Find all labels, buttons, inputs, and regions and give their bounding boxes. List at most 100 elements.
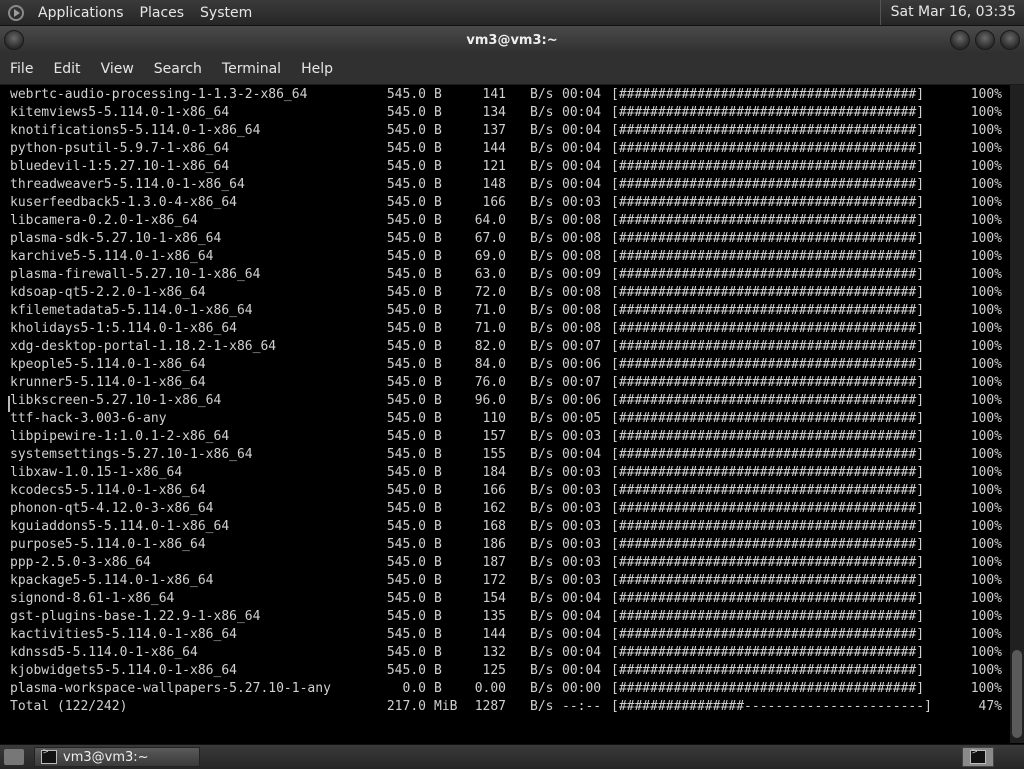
- package-name: kactivities5-5.114.0-1-x86_64: [10, 627, 237, 642]
- percent: 100%: [970, 339, 1002, 354]
- rate-unit: B/s: [530, 339, 554, 354]
- rate-unit: B/s: [530, 627, 554, 642]
- package-name: libcamera-0.2.0-1-x86_64: [10, 213, 198, 228]
- terminal-line: plasma-workspace-wallpapers-5.27.10-1-an…: [0, 680, 1010, 698]
- rate-value: 63.0: [474, 267, 506, 282]
- rate-value: 110: [482, 411, 506, 426]
- rate-unit: B/s: [530, 429, 554, 444]
- eta: 00:08: [562, 249, 602, 264]
- scrollbar[interactable]: [1010, 85, 1024, 743]
- menu-view[interactable]: View: [91, 61, 144, 77]
- bottom-panel: vm3@vm3:~: [0, 744, 1024, 769]
- eta: 00:03: [562, 519, 602, 534]
- rate-unit: B/s: [530, 555, 554, 570]
- progress-bar: [######################################]: [611, 573, 925, 588]
- terminal-line: kfilemetadata5-5.114.0-1-x86_64 545.0 B 71.…: [0, 302, 1010, 320]
- package-name: purpose5-5.114.0-1-x86_64: [10, 537, 206, 552]
- menubar: File Edit View Search Terminal Help: [0, 54, 1024, 85]
- package-name: karchive5-5.114.0-1-x86_64: [10, 249, 214, 264]
- maximize-button[interactable]: [975, 30, 995, 50]
- menu-search[interactable]: Search: [144, 61, 212, 77]
- percent: 100%: [970, 249, 1002, 264]
- rate-value: 96.0: [474, 393, 506, 408]
- rate-value: 141: [482, 87, 506, 102]
- minimize-button[interactable]: [950, 30, 970, 50]
- eta: 00:08: [562, 231, 602, 246]
- rate-value: 72.0: [474, 285, 506, 300]
- percent: 100%: [970, 195, 1002, 210]
- terminal-icon: [970, 747, 986, 764]
- percent: 100%: [970, 447, 1002, 462]
- eta: 00:03: [562, 555, 602, 570]
- size-value: 545.0: [386, 249, 426, 264]
- percent: 100%: [970, 375, 1002, 390]
- clock[interactable]: Sat Mar 16, 03:35: [879, 0, 1024, 25]
- desktop-icon[interactable]: [4, 749, 24, 765]
- rate-unit: B/s: [530, 375, 554, 390]
- progress-bar: [######################################]: [611, 465, 925, 480]
- progress-bar: [######################################]: [611, 645, 925, 660]
- terminal-line: threadweaver5-5.114.0-1-x86_64 545.0 B 148 B…: [0, 176, 1010, 194]
- eta: 00:04: [562, 87, 602, 102]
- percent: 100%: [970, 465, 1002, 480]
- menu-help[interactable]: Help: [291, 61, 343, 77]
- package-name: knotifications5-5.114.0-1-x86_64: [10, 123, 261, 138]
- percent: 47%: [978, 699, 1002, 714]
- rate-value: 166: [482, 483, 506, 498]
- menu-system[interactable]: System: [192, 5, 260, 21]
- progress-bar: [######################################]: [611, 591, 925, 606]
- eta: 00:04: [562, 609, 602, 624]
- progress-bar: [######################################]: [611, 519, 925, 534]
- progress-bar: [######################################]: [611, 159, 925, 174]
- terminal-line: kholidays5-1:5.114.0-1-x86_64 545.0 B 71.0 B…: [0, 320, 1010, 338]
- terminal-line: kguiaddons5-5.114.0-1-x86_64 545.0 B 168 B/s…: [0, 518, 1010, 536]
- size-value: 545.0: [386, 177, 426, 192]
- menu-applications[interactable]: Applications: [30, 5, 132, 21]
- terminal-output[interactable]: webrtc-audio-processing-1-1.3-2-x86_64 54…: [0, 85, 1010, 744]
- progress-bar: [######################################]: [611, 447, 925, 462]
- gnome-foot-icon[interactable]: [8, 4, 24, 21]
- progress-bar: [######################################]: [611, 609, 925, 624]
- package-name: kpackage5-5.114.0-1-x86_64: [10, 573, 214, 588]
- rate-unit: B/s: [530, 321, 554, 336]
- rate-unit: B/s: [530, 357, 554, 372]
- rate-unit: B/s: [530, 537, 554, 552]
- menu-terminal[interactable]: Terminal: [212, 61, 291, 77]
- rate-value: 148: [482, 177, 506, 192]
- scroll-thumb[interactable]: [1012, 650, 1022, 738]
- eta: 00:06: [562, 393, 602, 408]
- rate-unit: B/s: [530, 663, 554, 678]
- terminal-line: webrtc-audio-processing-1-1.3-2-x86_64 54…: [0, 86, 1010, 104]
- window-titlebar[interactable]: vm3@vm3:~: [0, 26, 1024, 54]
- percent: 100%: [970, 141, 1002, 156]
- rate-unit: B/s: [530, 267, 554, 282]
- rate-value: 135: [482, 609, 506, 624]
- package-name: Total (122/242): [10, 699, 128, 714]
- progress-bar: [######################################]: [611, 663, 925, 678]
- size-value: 545.0: [386, 285, 426, 300]
- progress-bar: [######################################]: [611, 555, 925, 570]
- size-value: 545.0: [386, 501, 426, 516]
- menu-edit[interactable]: Edit: [43, 61, 90, 77]
- rate-value: 186: [482, 537, 506, 552]
- menu-places[interactable]: Places: [132, 5, 193, 21]
- package-name: plasma-sdk-5.27.10-1-x86_64: [10, 231, 222, 246]
- percent: 100%: [970, 411, 1002, 426]
- workspace-switcher[interactable]: [962, 747, 994, 767]
- menu-file[interactable]: File: [0, 61, 43, 77]
- size-value: 545.0: [386, 231, 426, 246]
- size-value: 545.0: [386, 87, 426, 102]
- terminal-line: karchive5-5.114.0-1-x86_64 545.0 B 69.0 B/s 0…: [0, 248, 1010, 266]
- terminal-line: python-psutil-5.9.7-1-x86_64 545.0 B 144 B/s…: [0, 140, 1010, 158]
- package-name: kholidays5-1:5.114.0-1-x86_64: [10, 321, 237, 336]
- percent: 100%: [970, 681, 1002, 696]
- size-value: 545.0: [386, 105, 426, 120]
- size-value: 545.0: [386, 519, 426, 534]
- package-name: krunner5-5.114.0-1-x86_64: [10, 375, 206, 390]
- close-button[interactable]: [1000, 30, 1020, 50]
- taskbar-window-button[interactable]: vm3@vm3:~: [34, 747, 200, 767]
- rate-value: 0.00: [474, 681, 506, 696]
- percent: 100%: [970, 285, 1002, 300]
- rate-unit: B/s: [530, 195, 554, 210]
- progress-bar: [######################################]: [611, 483, 925, 498]
